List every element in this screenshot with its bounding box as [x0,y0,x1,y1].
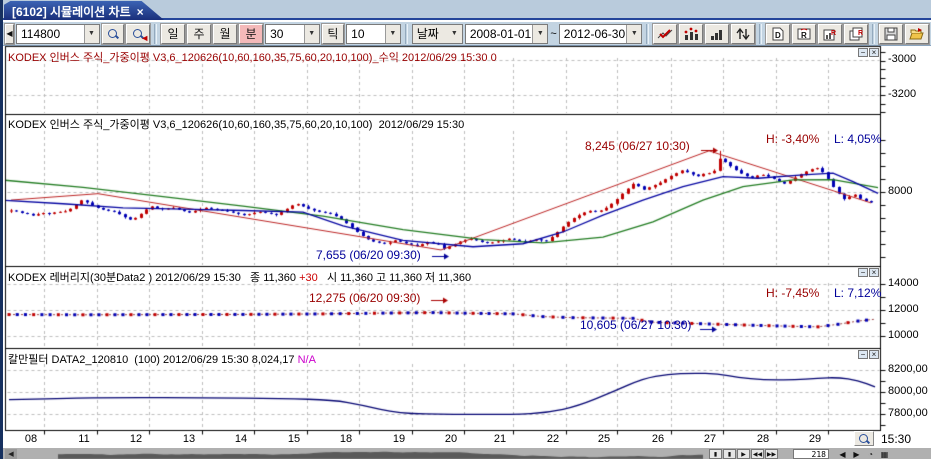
panel1-axis-label: -3200 [888,88,916,100]
next-chart-button[interactable]: ▶ [850,449,863,459]
x-axis-label: 25 [598,433,610,445]
panel3-close-quote: 종 11,360 [250,272,296,284]
scrollbar-left-button[interactable]: ◀ [5,449,17,459]
panel3-high-annotation: 12,275 (06/20 09:30) [309,291,420,305]
panel4-minimize-button[interactable]: − [858,350,868,359]
panel2-high-pct: H: -3,40% [766,132,819,146]
panel3-title: KODEX 레버리지(30분Data2 ) 2012/06/29 15:30 종… [8,269,471,285]
panel3-ohl-quote: 시 11,360 고 11,360 저 11,360 [327,272,471,284]
panel3-change-quote: +30 [299,272,318,284]
x-axis-label: 28 [757,433,769,445]
panel3-high-pct: H: -7,45% [766,286,819,300]
scrollbar-controls: ▮▮▶◀◀▶▶ [709,449,778,459]
panel4-axis-label: 7800,00 [888,407,928,419]
x-axis-label: 29 [809,433,821,445]
panel4-title-text: 칼만필터 DATA2_120810 (100) 2012/06/29 15:30… [8,354,298,366]
panel1-title: KODEX 인버스 주식_가중이평 V3,6_120626(10,60,160,… [8,49,497,65]
grid-icon[interactable]: ▦ [878,449,891,459]
panel2-axis-label: 8000 [888,185,912,197]
panel3-axis-label: 14000 [888,277,919,289]
panel2-title: KODEX 인버스 주식_가중이평 V3,6_120626(10,60,160,… [8,116,464,132]
x-axis-label: 14 [235,433,247,445]
panel3-low-pct: L: 7,12% [834,286,881,300]
x-axis-label: 12 [130,433,142,445]
x-axis-label: 22 [547,433,559,445]
play-button[interactable]: ▶ [737,449,750,459]
panel2-low-pct: L: 4,05% [834,132,881,146]
x-axis-label: 21 [494,433,506,445]
panel3-axis-label: 12000 [888,303,919,315]
panel3-title-text: KODEX 레버리지(30분Data2 ) 2012/06/29 15:30 [8,272,241,284]
range-left-handle[interactable]: ▮ [709,449,722,459]
x-axis-label: 13 [183,433,195,445]
panel3-close-button[interactable]: × [869,268,879,277]
clock-icon[interactable]: ◔ [864,449,877,459]
panel4-title: 칼만필터 DATA2_120810 (100) 2012/06/29 15:30… [8,351,316,367]
panel1-close-button[interactable]: × [869,48,879,57]
panel1-minimize-button[interactable]: − [858,48,868,57]
magnifier-icon [859,434,869,444]
last-time-label: 15:30 [881,432,911,446]
zoom-button[interactable] [854,431,874,446]
x-axis-label: 08 [25,433,37,445]
panel4-close-button[interactable]: × [869,350,879,359]
bar-count-input[interactable] [793,449,829,459]
range-right-handle[interactable]: ▮ [723,449,736,459]
chart-canvas[interactable] [3,0,931,459]
x-axis-label: 15 [288,433,300,445]
x-axis-label: 20 [445,433,457,445]
simulation-chart-window: [6102] 시뮬레이션 차트× ◀ 114800 ▼ ◄ 일주월분 30 ▼ … [0,0,931,459]
panel4-axis-label: 8000,00 [888,385,928,397]
x-axis-label: 18 [340,433,352,445]
panel1-axis-label: -3000 [888,53,916,65]
panel4-na-value: N/A [298,354,316,366]
scrollbar-right-controls: ◀▶◔▦ [836,449,891,459]
prev-chart-button[interactable]: ◀ [836,449,849,459]
panel3-minimize-button[interactable]: − [858,268,868,277]
panel4-axis-label: 8200,00 [888,363,928,375]
panel2-high-annotation: 8,245 (06/27 10:30) [585,139,690,153]
x-axis-label: 19 [393,433,405,445]
x-axis-label: 26 [652,433,664,445]
panel2-low-annotation: 7,655 (06/20 09:30) [316,248,421,262]
x-axis-label: 11 [78,433,89,445]
x-axis-label: 27 [704,433,716,445]
panel3-low-annotation: 10,605 (06/27 10:30) [580,318,691,332]
step-forward-button[interactable]: ▶▶ [765,449,778,459]
panel3-axis-label: 10000 [888,329,919,341]
step-back-button[interactable]: ◀◀ [751,449,764,459]
